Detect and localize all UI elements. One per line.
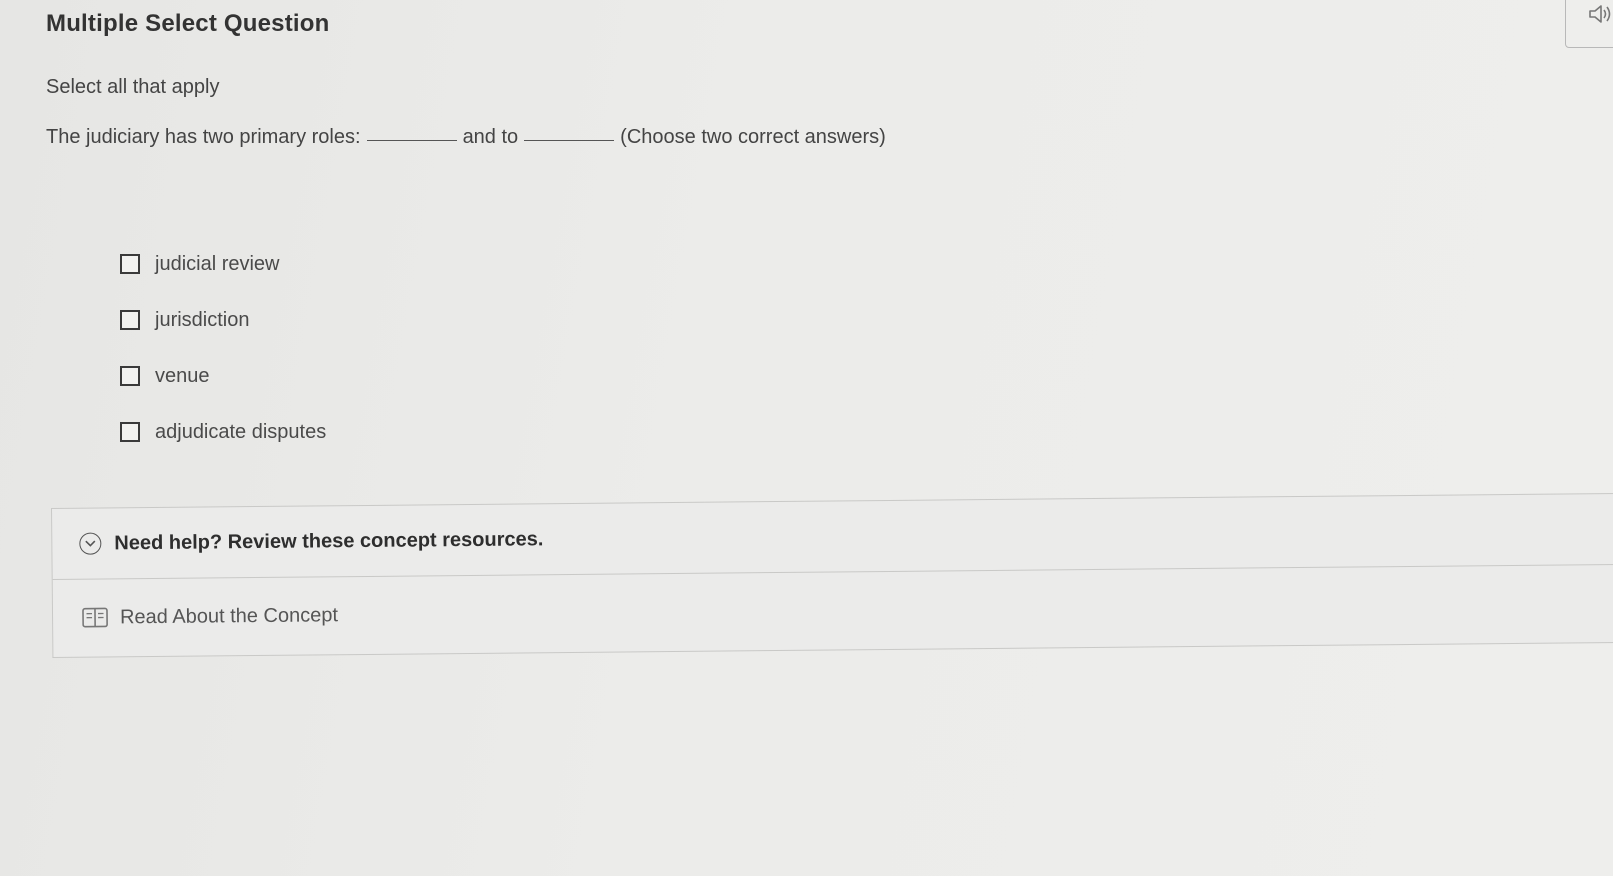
checkbox[interactable] xyxy=(120,254,140,274)
instructions: Select all that apply xyxy=(46,76,220,98)
help-panel: Need help? Review these concept resource… xyxy=(51,492,1613,658)
chevron-down-circle-icon xyxy=(79,532,102,555)
answer-blank-2 xyxy=(524,140,615,141)
option-adjudicate-disputes[interactable]: adjudicate disputes xyxy=(120,404,326,460)
page-title: Multiple Select Question xyxy=(46,10,330,37)
option-judicial-review[interactable]: judicial review xyxy=(120,236,326,292)
page: Multiple Select Question Select all that… xyxy=(0,0,1613,876)
option-venue[interactable]: venue xyxy=(120,348,326,404)
prompt-text-1: The judiciary has two primary roles: xyxy=(46,126,361,148)
prompt-text-2: and to xyxy=(462,126,519,148)
option-label: judicial review xyxy=(155,252,280,275)
audio-button[interactable] xyxy=(1565,0,1613,48)
option-label: adjudicate disputes xyxy=(155,420,327,443)
checkbox[interactable] xyxy=(120,310,140,330)
answer-blank-1 xyxy=(366,140,457,141)
read-concept-link[interactable]: Read About the Concept xyxy=(53,565,1613,656)
book-icon xyxy=(82,606,108,628)
answer-options: judicial review jurisdiction venue adjud… xyxy=(120,236,326,460)
option-jurisdiction[interactable]: jurisdiction xyxy=(120,292,326,348)
concept-label: Read About the Concept xyxy=(119,603,339,628)
option-label: jurisdiction xyxy=(155,308,250,331)
speaker-icon xyxy=(1589,5,1611,23)
checkbox[interactable] xyxy=(120,366,140,386)
question-prompt: The judiciary has two primary roles: and … xyxy=(46,126,886,149)
option-label: venue xyxy=(155,364,210,387)
prompt-text-3: (Choose two correct answers) xyxy=(620,126,886,148)
help-title: Need help? Review these concept resource… xyxy=(114,527,544,554)
checkbox[interactable] xyxy=(120,422,140,442)
